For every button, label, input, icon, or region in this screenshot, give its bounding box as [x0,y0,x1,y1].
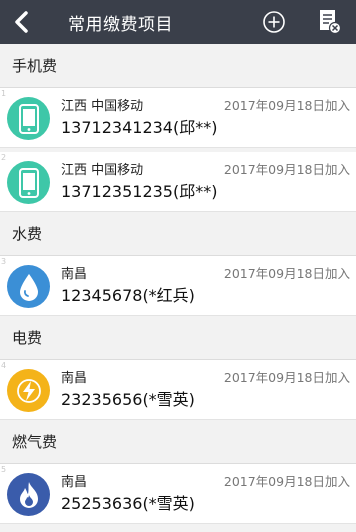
item-date: 2017年09月18日加入 [223,370,350,385]
section-header-gas: 燃气费 [0,420,356,464]
list-item[interactable]: 1 江西 中国移动 2017年09月18日加入 13712341234(邱**) [0,88,356,148]
item-account: 13712351235(邱**) [61,182,218,201]
item-location: 南昌 [61,267,88,282]
plus-circle-icon [263,11,285,33]
back-button[interactable] [0,0,44,44]
item-index: 1 [1,89,7,98]
section-header-mobile: 手机费 [0,44,356,88]
item-account: 12345678(*红兵) [61,286,195,305]
list-item[interactable]: 4 南昌 2017年09月18日加入 23235656(*雪英) [0,360,356,420]
item-account: 23235656(*雪英) [61,390,195,409]
item-date: 2017年09月18日加入 [223,98,350,113]
item-date: 2017年09月18日加入 [223,162,350,177]
header-bar: 常用缴费项目 [0,0,356,44]
item-date: 2017年09月18日加入 [223,266,350,281]
list-item[interactable]: 2 江西 中国移动 2017年09月18日加入 13712351235(邱**) [0,152,356,212]
section-header-water: 水费 [0,212,356,256]
item-index: 2 [1,153,7,162]
section-header-electric: 电费 [0,316,356,360]
item-index: 4 [1,361,7,370]
item-location: 江西 中国移动 [61,99,144,114]
water-drop-icon [7,265,50,308]
item-index: 5 [1,465,7,474]
item-date: 2017年09月18日加入 [223,474,350,489]
list-item[interactable]: 3 南昌 2017年09月18日加入 12345678(*红兵) [0,256,356,316]
phone-icon [7,161,50,204]
item-index: 3 [1,257,7,266]
page-title: 常用缴费项目 [68,14,173,35]
lightning-icon [7,369,50,412]
manage-bills-button[interactable] [316,8,344,36]
flame-icon [7,473,50,516]
bill-delete-icon [320,10,342,35]
phone-icon [7,97,50,140]
item-location: 南昌 [61,371,88,386]
item-location: 南昌 [61,475,88,490]
back-arrow-icon [15,11,28,33]
item-location: 江西 中国移动 [61,163,144,178]
item-account: 13712341234(邱**) [61,118,218,137]
add-button[interactable] [260,8,288,36]
item-account: 25253636(*雪英) [61,494,195,513]
list-item[interactable]: 5 南昌 2017年09月18日加入 25253636(*雪英) [0,464,356,524]
